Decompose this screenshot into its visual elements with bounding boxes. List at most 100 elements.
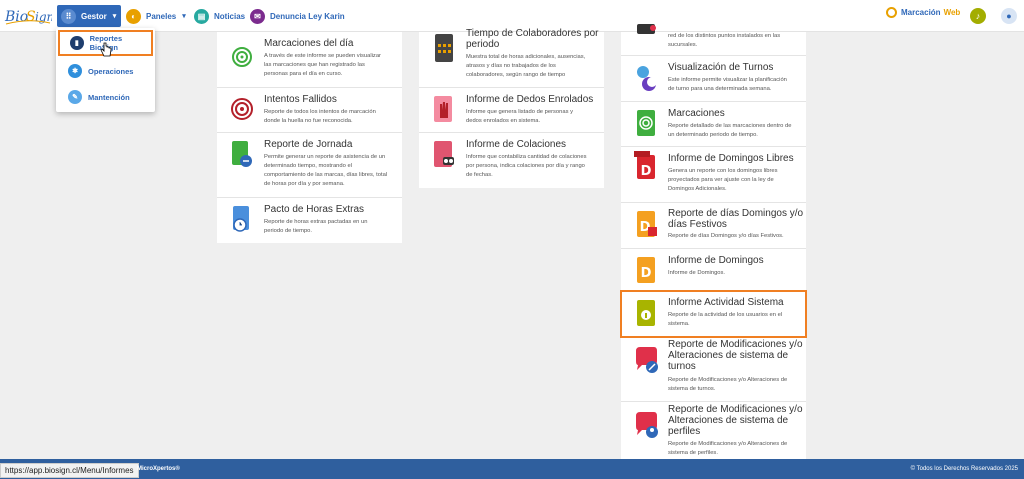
card-desc: Genera un reporte con los domingos libre… [668, 168, 778, 192]
card-desc: Permite generar un reporte de asistencia… [264, 154, 388, 187]
report-card-actividad-sistema[interactable]: Informe Actividad Sistema Reporte de la … [620, 290, 807, 338]
card-title: Informe de Domingos [668, 255, 764, 266]
menu-item-label: Mantención [88, 92, 130, 102]
grid-icon: ⠿ [61, 8, 76, 24]
card-desc: Reporte de Modificaciones y/o Alteracion… [668, 377, 788, 392]
lunch-icon [434, 141, 454, 167]
megaphone-icon: ✉ [250, 8, 265, 24]
document-icon: ▮ [70, 36, 84, 50]
calculator-icon [435, 34, 453, 62]
report-card-reporte-jornada[interactable]: Reporte de Jornada Permite generar un re… [217, 133, 402, 198]
card-title: Pacto de Horas Extras [264, 204, 365, 215]
alert-edit-icon [636, 347, 658, 373]
menu-item-mantencion[interactable]: ✎ Mantención [58, 84, 153, 110]
wrench-icon: ✎ [68, 90, 82, 104]
clock-icon [886, 7, 897, 18]
nav-denuncia[interactable]: ✉ Denuncia Ley Karin [250, 5, 345, 27]
nav-paneles-label: Paneles [146, 11, 177, 21]
dashboard-icon: ◐ [126, 8, 141, 24]
hand-cursor-icon [100, 42, 112, 57]
card-desc: Informe que contabiliza cantidad de cola… [466, 154, 587, 178]
fingerprint-doc-icon [637, 110, 655, 136]
card-title: Informe Actividad Sistema [668, 297, 784, 308]
user-avatar-icon[interactable]: ● [1001, 8, 1017, 24]
report-card-red-puntos[interactable]: red de los distintos puntos instalados e… [621, 24, 806, 56]
nav-noticias-label: Noticias [214, 11, 246, 21]
report-card-intentos-fallidos[interactable]: Intentos Fallidos Reporte de todos los i… [217, 88, 402, 133]
gear-icon: ✱ [68, 64, 82, 78]
report-card-modificaciones-turnos[interactable]: Reporte de Modificaciones y/o Alteracione… [621, 337, 806, 402]
domingo-festivo-icon: D [637, 211, 657, 237]
card-title: Visualización de Turnos [668, 62, 774, 73]
card-desc: Reporte de Modificaciones y/o Alteracion… [668, 441, 788, 456]
svg-text:D: D [641, 164, 652, 179]
sun-moon-icon [637, 66, 657, 91]
fingerprint-red-icon [231, 98, 253, 120]
card-title: Informe de Colaciones [466, 139, 567, 150]
footer-brand[interactable]: MicroXpertos® [137, 466, 180, 472]
card-desc: Reporte de la actividad de los usuarios … [668, 312, 783, 327]
report-card-domingos[interactable]: D Informe de Domingos Informe de Domingo… [621, 249, 806, 291]
svg-text:Bio: Bio [4, 9, 28, 25]
report-card-marcaciones[interactable]: Marcaciones Reporte detallado de las mar… [621, 102, 806, 147]
card-title: Reporte de Modificaciones y/o Alteracione… [668, 404, 803, 437]
card-desc: Informe de Domingos. [668, 270, 726, 276]
alert-user-icon [636, 412, 658, 438]
marcacion-web-label: Web [943, 8, 961, 17]
card-desc: red de los distintos puntos instalados e… [668, 33, 781, 48]
menu-item-operaciones[interactable]: ✱ Operaciones [58, 58, 153, 84]
card-title: Informe de Dedos Enrolados [466, 94, 594, 105]
lock-document-icon [637, 300, 655, 326]
report-card-dedos-enrolados[interactable]: Informe de Dedos Enrolados Informe que g… [419, 88, 604, 133]
report-card-visualizacion-turnos[interactable]: Visualización de Turnos Este informe per… [621, 56, 806, 102]
report-column-2: Tiempo de Colaboradores por periodo Muest… [419, 28, 604, 188]
card-desc: Reporte de horas extras pactadas en un pe… [264, 219, 368, 234]
footer-rights: © Todos los Derechos Reservados 2025 [910, 466, 1018, 472]
nav-noticias[interactable]: ▤ Noticias [194, 5, 245, 27]
nav-marcacion-web[interactable]: Marcación Web [886, 7, 960, 18]
card-title: Tiempo de Colaboradores por periodo [466, 28, 599, 50]
report-card-modificaciones-perfiles[interactable]: Reporte de Modificaciones y/o Alteracione… [621, 402, 806, 459]
domingo-libre-icon: D [634, 151, 655, 179]
nav-denuncia-label: Denuncia Ley Karin [270, 11, 345, 21]
nav-gestor[interactable]: ⠿ Gestor ▾ [57, 5, 121, 27]
network-icon [637, 24, 656, 34]
card-title: Reporte de Jornada [264, 139, 353, 150]
report-card-domingos-libres[interactable]: D Informe de Domingos Libres Genera un r… [621, 147, 806, 203]
gestor-dropdown-menu: ▮ Reportes BioSign ✱ Operaciones ✎ Mante… [56, 28, 155, 112]
card-desc: Muestra total de horas adicionales, ause… [466, 54, 586, 78]
card-title: Marcaciones [668, 108, 725, 119]
card-desc: Reporte de todos los intentos de marcaci… [264, 109, 376, 124]
chevron-down-icon: ▾ [182, 13, 186, 20]
card-desc: Este informe permite visualizar la plani… [668, 77, 787, 92]
news-icon: ▤ [194, 8, 209, 24]
report-card-pacto-horas-extras[interactable]: Pacto de Horas Extras Reporte de horas e… [217, 198, 402, 243]
card-title: Reporte de Modificaciones y/o Alteracione… [668, 339, 803, 372]
card-desc: Reporte detallado de las marcaciones den… [668, 123, 792, 138]
biosign-logo[interactable]: Bio S ign [4, 4, 52, 28]
report-column-1: Marcaciones del día A través de este inf… [217, 32, 402, 243]
footer: https://app.biosign.cl/Menu/Informes Mic… [0, 459, 1024, 479]
marcacion-label: Marcación [901, 8, 941, 17]
fingerprint-green-icon [232, 47, 252, 67]
nav-paneles[interactable]: ◐ Paneles ▾ [126, 5, 186, 27]
menu-item-label: Reportes BioSign [89, 34, 123, 52]
bell-icon[interactable]: ♪ [970, 8, 986, 24]
report-card-domingos-festivos[interactable]: D Reporte de días Domingos y/o días Festi… [621, 203, 806, 249]
report-card-marcaciones-dia[interactable]: Marcaciones del día A través de este inf… [217, 32, 402, 88]
nav-gestor-label: Gestor [81, 11, 107, 21]
chevron-down-icon: ▾ [112, 13, 117, 20]
card-desc: Informe que genera listado de personas y… [466, 109, 573, 124]
card-desc: Reporte de días Domingos y/o días Festiv… [668, 233, 784, 239]
hand-icon [434, 96, 452, 122]
fingerprint-clock-icon [232, 141, 252, 167]
card-desc: A través de este informe se pueden visua… [264, 53, 381, 77]
clock-document-icon [233, 206, 249, 232]
report-column-3: red de los distintos puntos instalados e… [620, 24, 807, 459]
card-title: Intentos Fallidos [264, 94, 337, 105]
card-title: Informe de Domingos Libres [668, 153, 794, 164]
report-card-tiempo-colaboradores[interactable]: Tiempo de Colaboradores por periodo Muest… [419, 28, 604, 88]
domingo-icon: D [637, 257, 655, 283]
report-card-colaciones[interactable]: Informe de Colaciones Informe que contab… [419, 133, 604, 188]
card-title: Marcaciones del día [264, 38, 354, 49]
